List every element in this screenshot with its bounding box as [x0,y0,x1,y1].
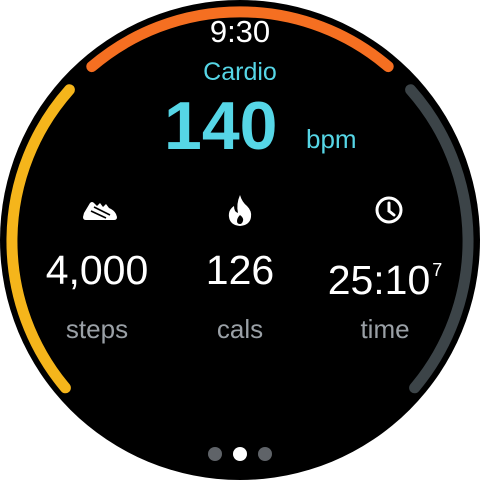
time-value: 25:10 7 [327,257,443,303]
page-indicator[interactable] [208,447,272,463]
clock-time: 9:30 [209,14,271,49]
shoe-icon [83,202,117,220]
heart-rate-unit: bpm [306,124,357,154]
page-dot-2[interactable] [233,447,247,461]
page-dot-3[interactable] [258,447,272,461]
time-label: time [360,314,410,344]
flame-icon [228,195,252,226]
time-seconds-fraction: 7 [432,260,443,280]
workout-type-label: Cardio [203,58,277,86]
heart-rate-readout: 140 bpm [0,90,480,162]
clock-icon [375,196,403,224]
watch-face: 9:30 Cardio 140 bpm 4,000 steps 126 cals… [0,0,480,480]
page-dot-1[interactable] [208,447,222,461]
heart-rate-value: 140 [164,88,278,164]
